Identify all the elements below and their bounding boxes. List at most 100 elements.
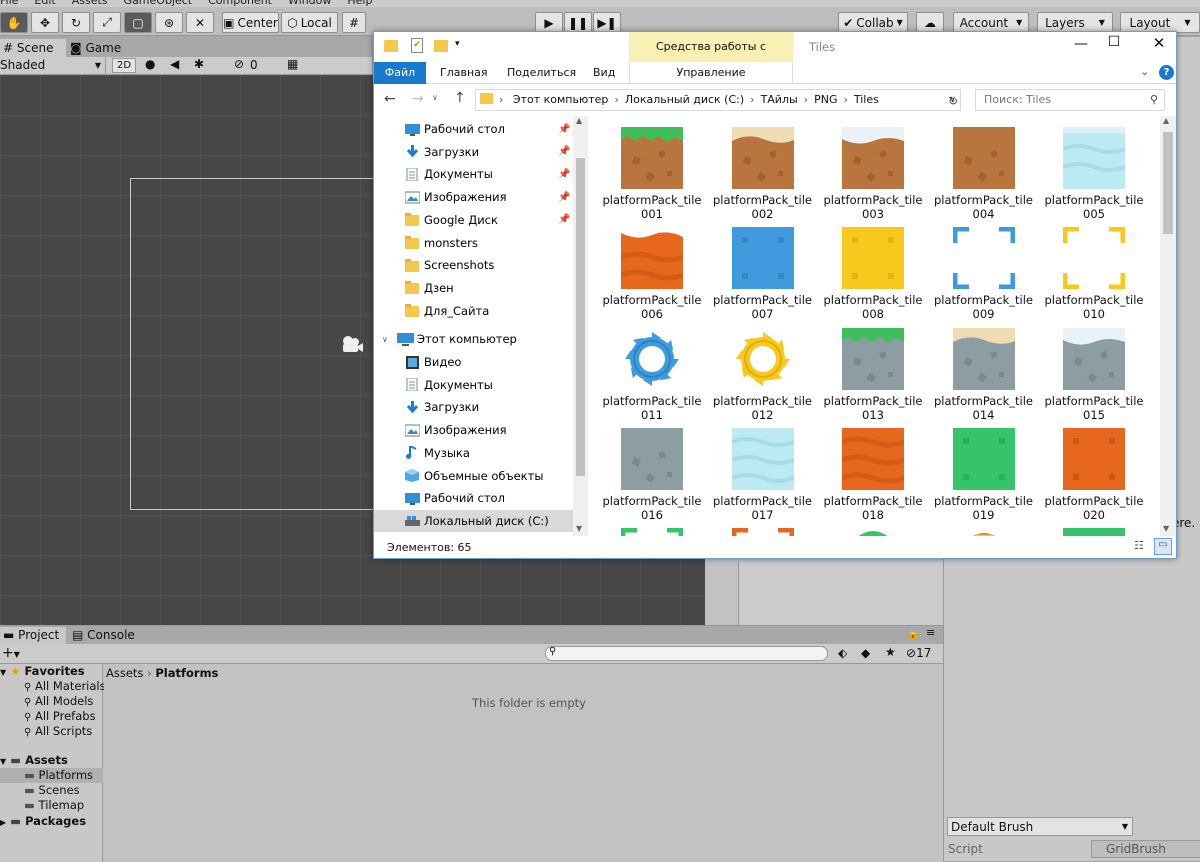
- address-bar[interactable]: › Этот компьютер › Локальный диск (C:) › ТАй…: [475, 89, 961, 111]
- file-item[interactable]: platformPack_tile 010: [1042, 217, 1144, 321]
- nav-item[interactable]: Музыка: [374, 442, 574, 464]
- ribbon-tab-file[interactable]: Файл: [374, 62, 426, 84]
- rect-tool-button[interactable]: ▢: [124, 12, 152, 33]
- file-item[interactable]: platformPack_tile 017: [711, 418, 812, 522]
- path-segment[interactable]: ТАйлы: [761, 93, 798, 106]
- gizmo-grid-icon[interactable]: ▦: [287, 57, 298, 71]
- file-item[interactable]: platformPack_tile 005: [1042, 117, 1144, 221]
- breadcrumb-platforms[interactable]: Platforms: [155, 666, 218, 680]
- nav-item[interactable]: Изображения 📌: [374, 186, 574, 208]
- nav-item[interactable]: Документы 📌: [374, 163, 574, 185]
- nav-item[interactable]: Изображения: [374, 419, 574, 441]
- quick-access-dropdown-icon[interactable]: ▾: [455, 39, 460, 49]
- layers-dropdown[interactable]: Layers ▼: [1037, 12, 1113, 33]
- favorites-star-icon[interactable]: ★: [885, 645, 896, 659]
- lock-icon[interactable]: 🔓: [906, 627, 920, 640]
- pivot-local-button[interactable]: ⬡ Local: [281, 12, 338, 33]
- scroll-up-icon[interactable]: ▲: [576, 116, 582, 125]
- menu-window[interactable]: Window: [288, 0, 331, 7]
- properties-icon[interactable]: ✔: [411, 38, 423, 53]
- audio-icon[interactable]: ◀: [170, 57, 179, 71]
- menu-gameobject[interactable]: GameObject: [124, 0, 193, 7]
- file-item[interactable]: platformPack_tile 016: [600, 418, 702, 522]
- hidden-packages-toggle[interactable]: ⊘17: [906, 646, 931, 660]
- file-item[interactable]: platformPack_tile 009: [932, 217, 1033, 321]
- nav-item[interactable]: monsters: [374, 232, 574, 254]
- cloud-button[interactable]: ☁: [916, 12, 944, 33]
- ribbon-tab-share[interactable]: Поделиться: [507, 66, 576, 79]
- hidden-objects-icon[interactable]: ⊘: [234, 57, 244, 71]
- account-dropdown[interactable]: Account ▼: [953, 12, 1029, 33]
- grid-scrollbar[interactable]: ▲ ▼: [1160, 116, 1176, 536]
- file-item[interactable]: [711, 518, 811, 536]
- file-item[interactable]: platformPack_tile 012: [711, 318, 812, 422]
- file-item[interactable]: [1042, 518, 1142, 536]
- ribbon-tab-home[interactable]: Главная: [440, 66, 488, 79]
- nav-item[interactable]: Google Диск 📌: [374, 209, 574, 231]
- nav-item[interactable]: Screenshots: [374, 254, 574, 276]
- path-segment[interactable]: Локальный диск (C:): [625, 93, 744, 106]
- file-item[interactable]: platformPack_tile 008: [821, 217, 923, 321]
- project-search-input[interactable]: ⚲: [545, 646, 828, 661]
- nav-item[interactable]: Локальный диск (C:): [374, 509, 574, 532]
- script-field[interactable]: GridBrush: [1091, 840, 1200, 858]
- tab-scene[interactable]: # Scene: [0, 39, 66, 57]
- nav-scrollbar[interactable]: ▲ ▼: [573, 116, 588, 536]
- file-item[interactable]: [821, 518, 921, 536]
- camera-gizmo-icon[interactable]: [340, 335, 364, 353]
- path-segment[interactable]: Этот компьютер: [513, 93, 609, 106]
- grid-snap-button[interactable]: #: [342, 12, 366, 33]
- large-icons-view-button[interactable]: ▭: [1154, 538, 1172, 555]
- brush-dropdown[interactable]: Default Brush ▼: [947, 817, 1133, 836]
- maximize-button[interactable]: ☐: [1099, 34, 1129, 50]
- tab-game[interactable]: ◙ Game: [70, 39, 140, 57]
- file-item[interactable]: platformPack_tile 004: [932, 117, 1033, 221]
- tree-item-scenes[interactable]: ▬ Scenes: [24, 783, 80, 797]
- file-item[interactable]: [932, 518, 1032, 536]
- file-item[interactable]: platformPack_tile 011: [600, 318, 702, 422]
- menu-file[interactable]: File: [0, 0, 18, 7]
- transform-tool-button[interactable]: ⊛: [155, 12, 183, 33]
- filter-by-label-icon[interactable]: ◆: [861, 646, 870, 660]
- file-item[interactable]: platformPack_tile 003: [821, 117, 923, 221]
- file-item[interactable]: platformPack_tile 015: [1042, 318, 1144, 422]
- nav-item[interactable]: Загрузки 📌: [374, 141, 574, 163]
- tab-console[interactable]: ▤ Console: [72, 627, 142, 644]
- file-item[interactable]: platformPack_tile 002: [711, 117, 812, 221]
- play-button[interactable]: ▶: [535, 12, 563, 33]
- path-segment[interactable]: PNG: [814, 93, 837, 106]
- menu-edit[interactable]: Edit: [34, 0, 55, 7]
- details-view-button[interactable]: ☷: [1134, 539, 1150, 554]
- close-button[interactable]: ✕: [1144, 34, 1174, 52]
- pivot-center-button[interactable]: ▣ Center: [222, 12, 279, 33]
- packages-header[interactable]: ▶ ▬ Packages: [0, 814, 86, 828]
- effects-icon[interactable]: ✱: [194, 57, 204, 71]
- back-button[interactable]: ←: [384, 91, 396, 107]
- new-folder-icon[interactable]: [434, 40, 448, 52]
- file-item[interactable]: [600, 518, 700, 536]
- 2d-toggle[interactable]: 2D: [112, 58, 136, 73]
- hand-tool-button[interactable]: ✋: [0, 12, 28, 33]
- ribbon-expand-icon[interactable]: ⌄: [1140, 65, 1149, 78]
- scroll-up-icon[interactable]: ▲: [1163, 116, 1169, 125]
- recent-dropdown-icon[interactable]: ∨: [432, 93, 438, 102]
- grid-scroll-thumb[interactable]: [1163, 132, 1173, 234]
- tree-item-platforms[interactable]: ▬ Platforms: [0, 768, 103, 783]
- nav-item[interactable]: Рабочий стол: [374, 487, 574, 509]
- file-item[interactable]: platformPack_tile 013: [821, 318, 923, 422]
- ribbon-tab-manage[interactable]: Управление: [629, 62, 793, 84]
- tree-item-tilemap[interactable]: ▬ Tilemap: [24, 798, 84, 812]
- up-button[interactable]: ↑: [454, 90, 466, 106]
- file-item[interactable]: platformPack_tile 019: [932, 418, 1033, 522]
- step-button[interactable]: ▶❚: [593, 12, 621, 33]
- scale-tool-button[interactable]: ⤢: [93, 12, 121, 33]
- favorite-item[interactable]: ⚲ All Materials: [24, 679, 106, 693]
- favorite-item[interactable]: ⚲ All Scripts: [24, 724, 92, 738]
- menu-help[interactable]: Help: [347, 0, 372, 7]
- custom-tool-button[interactable]: ✕: [186, 12, 214, 33]
- rotate-tool-button[interactable]: ↻: [62, 12, 90, 33]
- file-item[interactable]: platformPack_tile 001: [600, 117, 702, 221]
- nav-item[interactable]: Видео: [374, 351, 574, 373]
- nav-scroll-thumb[interactable]: [576, 158, 585, 476]
- nav-item[interactable]: Дзен: [374, 277, 574, 299]
